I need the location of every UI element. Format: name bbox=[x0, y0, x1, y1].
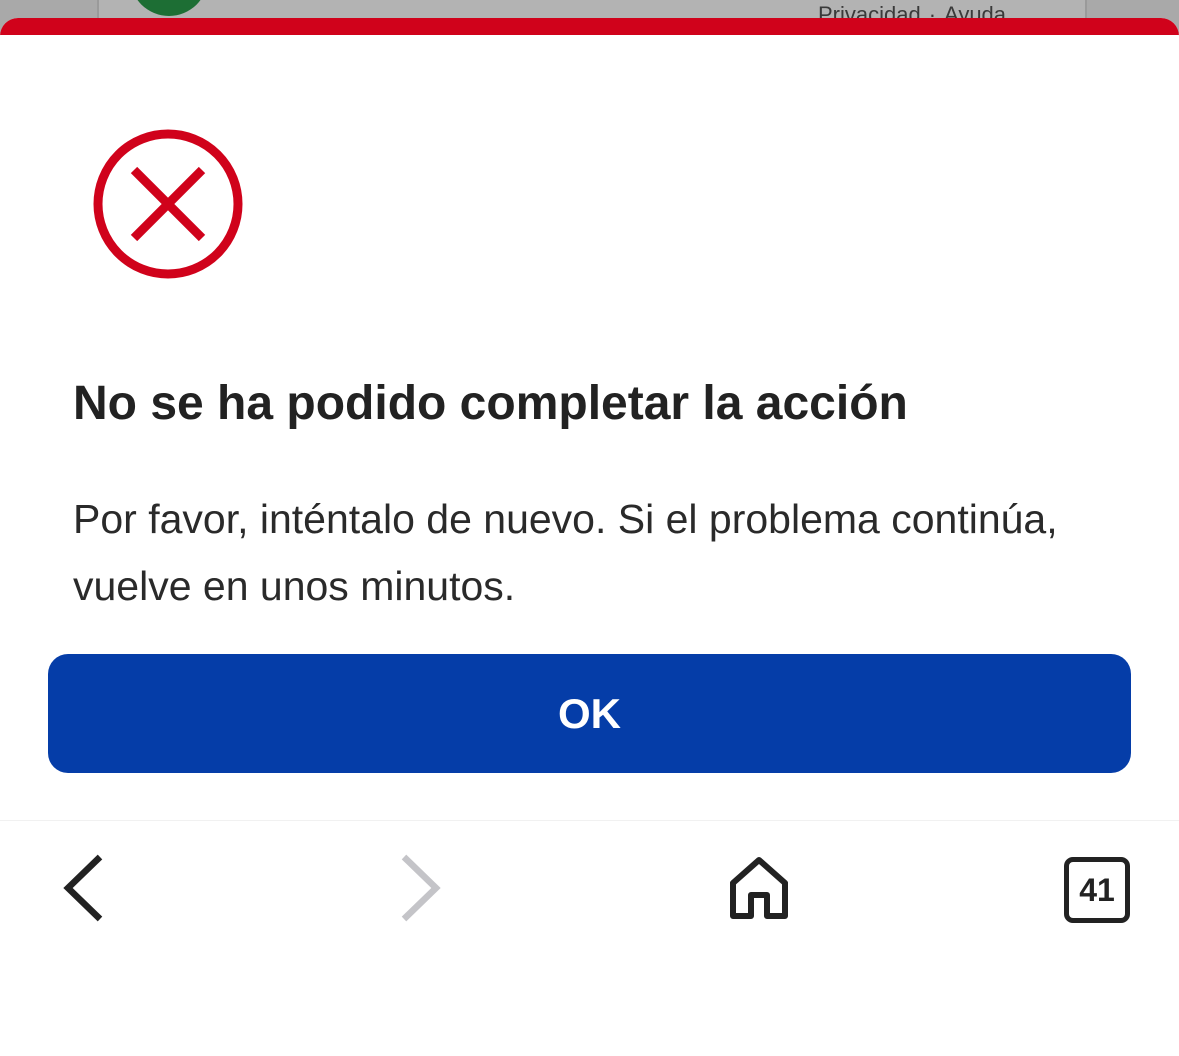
chevron-left-icon[interactable] bbox=[58, 851, 112, 925]
error-circle-x-icon bbox=[93, 129, 243, 279]
error-accent-bar bbox=[0, 18, 1179, 35]
tabs-count: 41 bbox=[1079, 872, 1115, 908]
browser-bottom-toolbar: 41 bbox=[0, 820, 1179, 1056]
app-screen: Privacidad · Ayuda No se ha podido complet… bbox=[0, 0, 1179, 1056]
dialog-message: Por favor, inténtalo de nuevo. Si el pro… bbox=[73, 496, 1058, 609]
error-dialog-sheet: No se ha podido completar la acción Por … bbox=[0, 18, 1179, 820]
tabs-count-button[interactable]: 41 bbox=[1064, 857, 1130, 923]
dialog-title: No se ha podido completar la acción bbox=[73, 377, 908, 430]
home-icon[interactable] bbox=[726, 855, 792, 923]
ok-button[interactable]: OK bbox=[48, 654, 1131, 773]
chevron-right-icon[interactable] bbox=[392, 851, 446, 925]
